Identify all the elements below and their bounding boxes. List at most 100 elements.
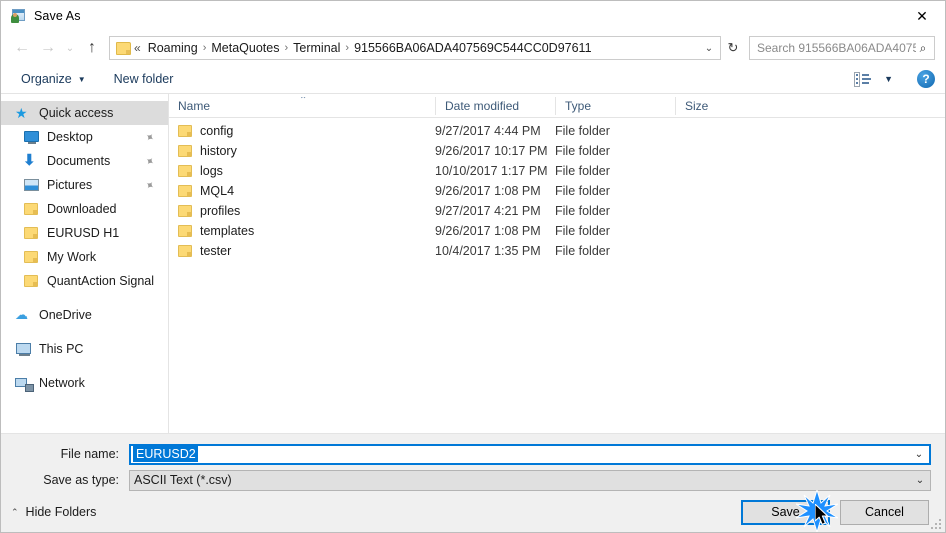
new-folder-button[interactable]: New folder bbox=[108, 69, 180, 89]
sidebar-item-my-work[interactable]: My Work bbox=[1, 245, 168, 269]
cancel-button[interactable]: Cancel bbox=[840, 499, 929, 525]
column-header-date-modified[interactable]: Date modified bbox=[435, 96, 555, 115]
chevron-down-icon[interactable]: ⌄ bbox=[909, 449, 929, 460]
window-title: Save As bbox=[34, 9, 81, 23]
folder-icon bbox=[178, 245, 192, 257]
file-name-cell: MQL4 bbox=[169, 184, 435, 198]
close-icon[interactable]: ✕ bbox=[899, 1, 945, 31]
table-row[interactable]: tester 10/4/2017 1:35 PM File folder bbox=[169, 241, 945, 261]
sidebar-item-eurusd-h1[interactable]: EURUSD H1 bbox=[1, 221, 168, 245]
sidebar-item-label: QuantAction Signal bbox=[47, 274, 155, 288]
save-as-type-label: Save as type: bbox=[43, 473, 119, 487]
date-modified-cell: 10/4/2017 1:35 PM bbox=[435, 244, 541, 258]
breadcrumb-item-metaquotes[interactable]: MetaQuotes bbox=[207, 41, 283, 55]
sidebar-item-quantaction-signal[interactable]: QuantAction Signal bbox=[1, 269, 168, 293]
sidebar-item-onedrive[interactable]: ☁ OneDrive bbox=[1, 303, 168, 327]
sidebar-item-label: Network bbox=[39, 376, 85, 390]
table-row[interactable]: config 9/27/2017 4:44 PM File folder bbox=[169, 121, 945, 141]
network-icon bbox=[15, 375, 34, 392]
save-button[interactable]: Save bbox=[741, 499, 830, 525]
save-as-type-select[interactable]: ASCII Text (*.csv) ⌄ bbox=[129, 469, 931, 491]
navigation-bar: ← → ⌄ ↑ « Roaming › MetaQuotes › Termina… bbox=[1, 31, 945, 65]
file-name-input[interactable]: EURUSD2 ⌄ bbox=[129, 443, 931, 465]
file-name-text: logs bbox=[200, 164, 223, 178]
file-name-text: templates bbox=[200, 224, 255, 238]
sidebar-item-downloaded[interactable]: Downloaded bbox=[1, 197, 168, 221]
folder-icon bbox=[178, 165, 192, 177]
download-arrow-icon: ⬇ bbox=[23, 152, 36, 169]
help-icon[interactable]: ? bbox=[917, 70, 935, 88]
folder-icon bbox=[23, 201, 40, 217]
recent-locations-button[interactable]: ⌄ bbox=[61, 35, 79, 61]
column-header-name[interactable]: Name ⌃ bbox=[169, 97, 435, 115]
sidebar-item-pictures[interactable]: Pictures ✦ bbox=[1, 173, 168, 197]
file-name-cell: tester bbox=[169, 244, 435, 258]
type-cell: File folder bbox=[555, 144, 610, 158]
column-header-type[interactable]: Type bbox=[555, 96, 675, 115]
sidebar-item-label: My Work bbox=[47, 250, 97, 264]
dialog-footer: ⌃ Hide Folders Save Cancel bbox=[1, 492, 945, 532]
up-button[interactable]: ↑ bbox=[79, 35, 105, 61]
type-cell: File folder bbox=[555, 204, 610, 218]
this-pc-icon bbox=[15, 341, 32, 357]
save-as-type-value: ASCII Text (*.csv) bbox=[134, 473, 232, 487]
hide-folders-button[interactable]: ⌃ Hide Folders bbox=[11, 505, 96, 519]
search-input[interactable]: Search 915566BA06ADA40756... bbox=[757, 41, 916, 55]
sidebar-item-this-pc[interactable]: This PC bbox=[1, 337, 168, 361]
breadcrumb-item-instance[interactable]: 915566BA06ADA407569C544CC0D97611 bbox=[350, 41, 595, 55]
search-icon: ⌕ bbox=[919, 40, 927, 55]
command-toolbar: Organize ▼ New folder ▼ ? bbox=[1, 65, 945, 94]
date-modified-cell: 9/27/2017 4:44 PM bbox=[435, 124, 541, 138]
folder-icon bbox=[116, 41, 131, 55]
breadcrumb-item-roaming[interactable]: Roaming bbox=[144, 41, 202, 55]
file-name-value[interactable]: EURUSD2 bbox=[133, 446, 198, 462]
address-bar[interactable]: « Roaming › MetaQuotes › Terminal › 9155… bbox=[109, 36, 721, 60]
refresh-icon[interactable]: ↻ bbox=[721, 36, 745, 60]
table-row[interactable]: profiles 9/27/2017 4:21 PM File folder bbox=[169, 201, 945, 221]
column-header-size[interactable]: Size bbox=[675, 96, 750, 115]
folder-icon bbox=[178, 205, 192, 217]
sidebar-item-label: This PC bbox=[39, 342, 84, 356]
dialog-body: ★ Quick access Desktop ✦ ⬇ Documents ✦ P… bbox=[1, 94, 945, 434]
sidebar-item-documents[interactable]: ⬇ Documents ✦ bbox=[1, 149, 168, 173]
breadcrumb-item-terminal[interactable]: Terminal bbox=[289, 41, 344, 55]
table-row[interactable]: logs 10/10/2017 1:17 PM File folder bbox=[169, 161, 945, 181]
file-name-cell: profiles bbox=[169, 204, 435, 218]
chevron-down-icon[interactable]: ⌄ bbox=[698, 43, 720, 54]
table-row[interactable]: templates 9/26/2017 1:08 PM File folder bbox=[169, 221, 945, 241]
search-box[interactable]: Search 915566BA06ADA40756... ⌕ bbox=[749, 36, 935, 60]
save-as-dialog: Save As ✕ ← → ⌄ ↑ « Roaming › MetaQuotes… bbox=[0, 0, 946, 533]
table-row[interactable]: MQL4 9/26/2017 1:08 PM File folder bbox=[169, 181, 945, 201]
file-name-cell: history bbox=[169, 144, 435, 158]
view-layout-icon[interactable] bbox=[854, 71, 874, 87]
file-name-text: history bbox=[200, 144, 237, 158]
file-name-text: tester bbox=[200, 244, 232, 258]
chevron-down-icon[interactable]: ▼ bbox=[878, 74, 899, 84]
file-name-cell: config bbox=[169, 124, 435, 138]
table-row[interactable]: history 9/26/2017 10:17 PM File folder bbox=[169, 141, 945, 161]
sidebar-item-label: Downloaded bbox=[47, 202, 117, 216]
resize-grip[interactable] bbox=[931, 519, 942, 530]
column-headers: Name ⌃ Date modified Type Size bbox=[169, 94, 945, 118]
file-name-cell: templates bbox=[169, 224, 435, 238]
title-bar: Save As ✕ bbox=[1, 1, 945, 31]
sort-ascending-icon: ⌃ bbox=[299, 96, 308, 106]
sidebar-item-quick-access[interactable]: ★ Quick access bbox=[1, 101, 168, 125]
date-modified-cell: 9/27/2017 4:21 PM bbox=[435, 204, 541, 218]
desktop-icon bbox=[23, 129, 40, 145]
date-modified-cell: 9/26/2017 1:08 PM bbox=[435, 224, 541, 238]
forward-button[interactable]: → bbox=[35, 35, 61, 61]
chevron-down-icon[interactable]: ⌄ bbox=[910, 475, 930, 486]
type-cell: File folder bbox=[555, 244, 610, 258]
organize-label: Organize bbox=[21, 72, 72, 86]
organize-button[interactable]: Organize ▼ bbox=[15, 69, 92, 89]
folder-icon bbox=[178, 225, 192, 237]
save-as-icon bbox=[10, 8, 26, 24]
back-button[interactable]: ← bbox=[9, 35, 35, 61]
breadcrumb: « Roaming › MetaQuotes › Terminal › 9155… bbox=[133, 41, 698, 55]
folder-icon bbox=[23, 273, 40, 289]
file-name-text: profiles bbox=[200, 204, 241, 218]
breadcrumb-overflow-icon[interactable]: « bbox=[133, 41, 144, 55]
sidebar-item-desktop[interactable]: Desktop ✦ bbox=[1, 125, 168, 149]
sidebar-item-network[interactable]: Network bbox=[1, 371, 168, 395]
